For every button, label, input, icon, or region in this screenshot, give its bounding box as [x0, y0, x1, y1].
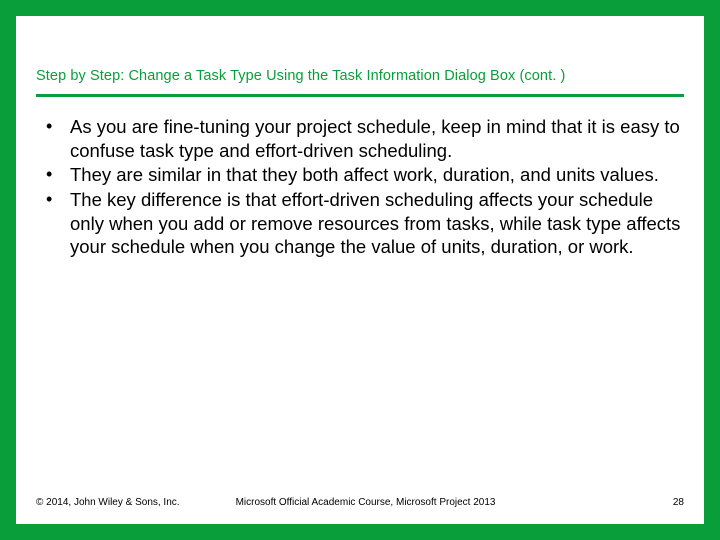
footer-copyright: © 2014, John Wiley & Sons, Inc.: [36, 497, 180, 508]
slide: Step by Step: Change a Task Type Using t…: [16, 16, 704, 524]
bullet-list: As you are fine-tuning your project sche…: [42, 115, 684, 259]
list-item: As you are fine-tuning your project sche…: [42, 115, 684, 162]
list-item: The key difference is that effort-driven…: [42, 188, 684, 259]
header-region: Step by Step: Change a Task Type Using t…: [16, 16, 704, 97]
content-region: As you are fine-tuning your project sche…: [16, 97, 704, 259]
list-item: They are similar in that they both affec…: [42, 163, 684, 187]
footer: © 2014, John Wiley & Sons, Inc. Microsof…: [16, 497, 704, 508]
slide-title: Step by Step: Change a Task Type Using t…: [36, 68, 684, 92]
footer-page-number: 28: [673, 497, 684, 508]
footer-course: Microsoft Official Academic Course, Micr…: [180, 497, 673, 508]
